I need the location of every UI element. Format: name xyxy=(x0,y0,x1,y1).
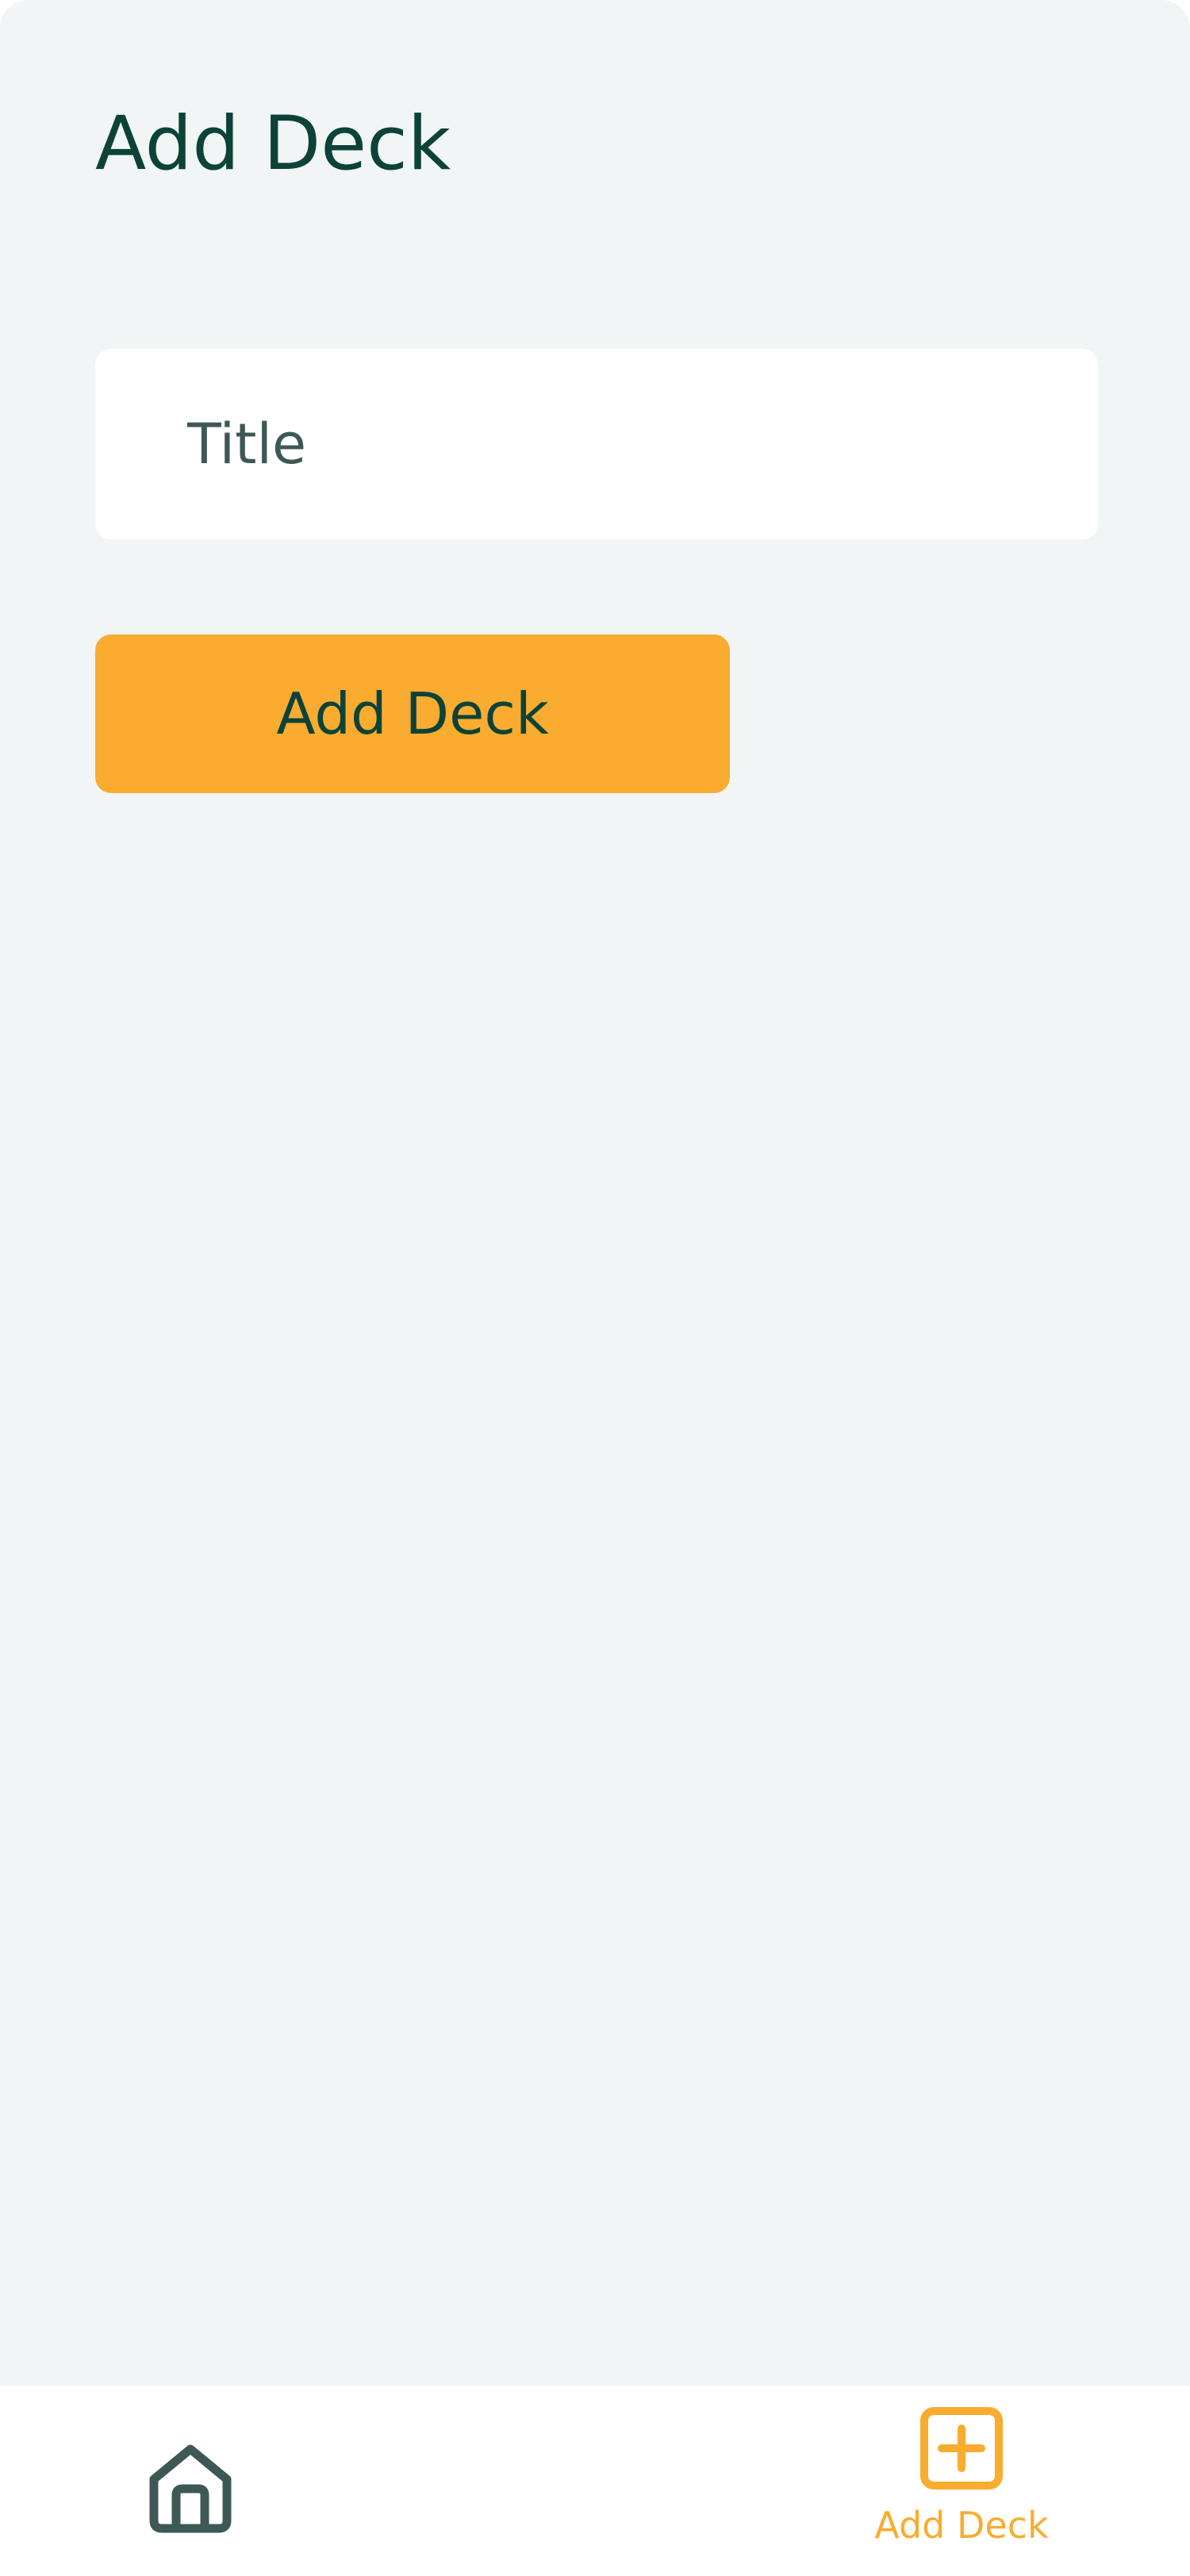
tab-home[interactable] xyxy=(111,2386,270,2576)
plus-square-icon xyxy=(920,2407,1003,2490)
add-deck-button[interactable]: Add Deck xyxy=(95,634,730,793)
tab-add-deck-label: Add Deck xyxy=(874,2504,1049,2547)
title-input[interactable] xyxy=(95,349,1098,539)
bottom-tab-bar: Add Deck xyxy=(0,2386,1190,2576)
add-deck-screen: Add Deck Add Deck Add Deck xyxy=(0,0,1190,2576)
home-icon xyxy=(149,2444,232,2533)
tab-add-deck[interactable]: Add Deck xyxy=(850,2386,1073,2576)
title-field[interactable] xyxy=(95,349,1098,539)
page-title: Add Deck xyxy=(95,101,451,187)
